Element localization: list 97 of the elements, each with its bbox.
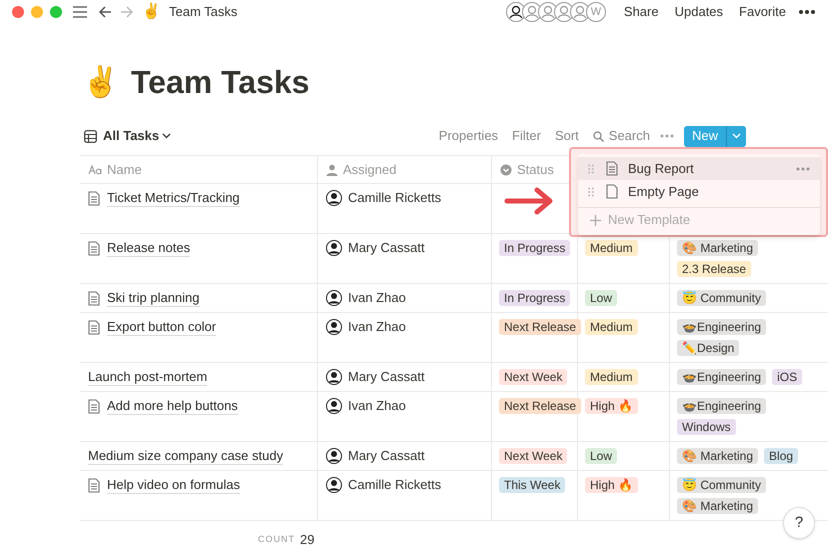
avatar-icon bbox=[326, 240, 342, 256]
page-title: Team Tasks bbox=[131, 63, 310, 102]
assignee-name: Mary Cassatt bbox=[348, 369, 425, 385]
toolbar-action[interactable]: Sort bbox=[554, 126, 579, 146]
breadcrumb-emoji: ✌ bbox=[142, 2, 161, 22]
plus-icon bbox=[590, 214, 601, 226]
page-icon bbox=[88, 291, 100, 306]
toolbar-action[interactable]: Filter bbox=[512, 126, 541, 146]
tag: 2.3 Release bbox=[677, 261, 752, 277]
tag: Medium bbox=[585, 240, 638, 256]
page-icon bbox=[88, 320, 100, 335]
tag: Next Week bbox=[499, 369, 568, 385]
person-icon bbox=[326, 164, 338, 176]
search-button[interactable]: Search bbox=[608, 126, 650, 146]
tag: iOS bbox=[772, 369, 802, 385]
tag: 🎨 Marketing bbox=[677, 448, 758, 464]
close-window-icon[interactable] bbox=[12, 6, 24, 18]
tag: Windows bbox=[677, 419, 736, 435]
task-name[interactable]: Add more help buttons bbox=[107, 398, 238, 415]
tag: Medium bbox=[585, 319, 638, 335]
toolbar-action[interactable]: Properties bbox=[438, 126, 498, 146]
page-icon bbox=[88, 478, 100, 493]
tag: In Progress bbox=[499, 240, 570, 256]
tag: Medium bbox=[585, 369, 638, 385]
more-icon[interactable] bbox=[798, 9, 816, 15]
top-action[interactable]: Share bbox=[624, 2, 659, 22]
avatar-icon bbox=[506, 3, 525, 21]
avatar-icon bbox=[326, 398, 342, 414]
tag: 🍲Engineering bbox=[677, 369, 766, 385]
tag: Low bbox=[585, 290, 618, 306]
task-name[interactable]: Launch post-mortem bbox=[88, 369, 208, 386]
tag: ✏Design bbox=[677, 340, 740, 356]
avatar-icon bbox=[326, 319, 342, 335]
tag: 🎨 Marketing bbox=[677, 498, 758, 514]
page-icon bbox=[88, 399, 100, 414]
avatar-icon bbox=[326, 369, 342, 385]
assignee-name: Ivan Zhao bbox=[348, 290, 406, 306]
task-name[interactable]: Medium size company case study bbox=[88, 448, 284, 465]
page-emoji: ✌ bbox=[82, 64, 119, 100]
tag: 😇 Community bbox=[677, 290, 766, 306]
chevron-down-icon bbox=[732, 133, 741, 139]
tag: Blog bbox=[764, 448, 798, 464]
assignee-name: Ivan Zhao bbox=[348, 319, 406, 335]
page-icon bbox=[88, 241, 100, 256]
tag: Low bbox=[585, 448, 618, 464]
avatar-icon bbox=[326, 448, 342, 464]
page-icon bbox=[606, 161, 618, 176]
top-action[interactable]: Favorite bbox=[739, 2, 786, 22]
status-icon bbox=[500, 164, 512, 176]
text-property-icon bbox=[88, 164, 102, 174]
avatar: W bbox=[586, 2, 606, 22]
menu-icon[interactable] bbox=[72, 5, 88, 19]
avatar-icon bbox=[326, 477, 342, 493]
template-item[interactable]: Empty Page bbox=[578, 180, 820, 203]
maximize-window-icon[interactable] bbox=[50, 6, 62, 18]
tag: High 🔥 bbox=[585, 477, 638, 493]
assignee-name: Mary Cassatt bbox=[348, 448, 425, 464]
help-button[interactable]: ? bbox=[783, 507, 815, 539]
minimize-window-icon[interactable] bbox=[31, 6, 43, 18]
template-item[interactable]: Bug Report bbox=[578, 157, 820, 180]
page-icon bbox=[88, 191, 100, 206]
view-dropdown[interactable]: All Tasks bbox=[103, 126, 160, 146]
blank-page-icon bbox=[606, 184, 618, 199]
avatar-icon bbox=[326, 290, 342, 306]
table-icon bbox=[84, 130, 97, 142]
assignee-name: Ivan Zhao bbox=[348, 398, 406, 414]
tag: In Progress bbox=[499, 290, 570, 306]
task-name[interactable]: Ski trip planning bbox=[107, 290, 200, 307]
tag: 🎨 Marketing bbox=[677, 240, 758, 256]
tag: Next Week bbox=[499, 448, 568, 464]
tag: Next Release bbox=[499, 398, 582, 414]
tag: 🍲Engineering bbox=[677, 319, 766, 335]
tag: 😇 Community bbox=[677, 477, 766, 493]
tag: This Week bbox=[499, 477, 566, 493]
task-name[interactable]: Export button color bbox=[107, 319, 216, 336]
avatar-icon bbox=[570, 3, 589, 21]
task-name[interactable]: Release notes bbox=[107, 240, 190, 257]
drag-handle-icon bbox=[588, 186, 594, 196]
assignee-name: Camille Ricketts bbox=[348, 477, 442, 493]
breadcrumb[interactable]: Team Tasks bbox=[169, 2, 238, 22]
assignee-name: Camille Ricketts bbox=[348, 190, 442, 206]
avatar-icon bbox=[326, 190, 342, 206]
count-label: COUNT bbox=[258, 533, 295, 546]
count-value: 29 bbox=[300, 531, 314, 549]
task-name[interactable]: Ticket Metrics/Tracking bbox=[107, 190, 240, 207]
forward-arrow-icon[interactable] bbox=[120, 5, 134, 19]
tag: High 🔥 bbox=[585, 398, 638, 414]
tag: Next Release bbox=[499, 319, 582, 335]
search-icon bbox=[592, 130, 604, 142]
assignee-name: Mary Cassatt bbox=[348, 240, 425, 256]
chevron-down-icon bbox=[162, 133, 172, 139]
top-action[interactable]: Updates bbox=[674, 2, 724, 22]
back-arrow-icon[interactable] bbox=[98, 5, 112, 19]
task-name[interactable]: Help video on formulas bbox=[107, 477, 240, 494]
drag-handle-icon bbox=[588, 164, 594, 174]
tag: 🍲Engineering bbox=[677, 398, 766, 414]
new-dropdown-button[interactable] bbox=[726, 126, 746, 146]
